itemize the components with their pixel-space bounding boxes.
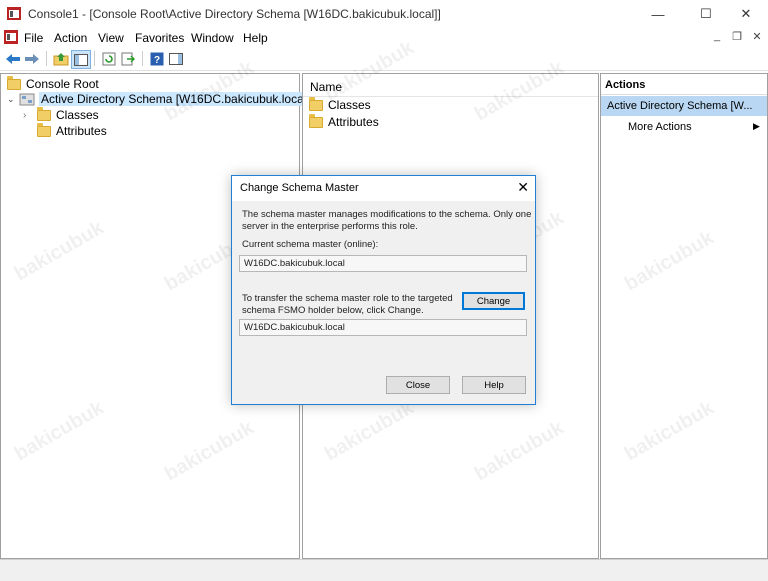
folder-icon — [37, 122, 51, 137]
menu-file[interactable]: File — [24, 31, 43, 45]
collapse-chevron-icon[interactable]: ⌄ — [7, 94, 19, 105]
mdi-restore-button[interactable]: ❐ — [730, 30, 744, 43]
folder-icon — [7, 75, 21, 90]
title-bar: Console1 - [Console Root\Active Director… — [0, 0, 768, 28]
help-icon[interactable]: ? — [148, 50, 166, 67]
up-folder-icon[interactable] — [52, 50, 70, 67]
target-master-field[interactable]: W16DC.bakicubuk.local — [239, 319, 527, 336]
close-window-button[interactable]: ✕ — [724, 0, 768, 28]
tree-item-label: Active Directory Schema [W16DC.bakicubuk… — [39, 92, 312, 106]
show-hide-tree-icon[interactable] — [71, 50, 91, 69]
menu-favorites[interactable]: Favorites — [135, 31, 184, 45]
more-actions-item[interactable]: More Actions ▶ — [601, 119, 767, 137]
folder-icon — [37, 106, 51, 121]
mmc-app-icon — [7, 7, 21, 20]
actions-header: Actions — [601, 74, 767, 95]
window-title: Console1 - [Console Root\Active Director… — [28, 7, 441, 21]
minimize-button[interactable]: — — [636, 0, 680, 28]
tree-item-label: Attributes — [56, 124, 107, 138]
console-menu-icon[interactable] — [4, 30, 18, 44]
actions-selected-label: Active Directory Schema [W... — [607, 100, 753, 112]
tree-item-label: Console Root — [26, 77, 99, 91]
svg-text:?: ? — [154, 55, 160, 66]
mdi-window-controls: _ ❐ ✕ — [710, 30, 764, 43]
menu-window[interactable]: Window — [191, 31, 234, 45]
more-actions-label: More Actions — [628, 121, 692, 133]
actions-pane: Actions Active Directory Schema [W... Mo… — [600, 73, 768, 559]
tree-item-label: Classes — [56, 108, 99, 122]
tree-item-schema[interactable]: ⌄ Active Directory Schema [W16DC.bakicub… — [7, 92, 312, 106]
mdi-close-button[interactable]: ✕ — [750, 30, 764, 43]
tree-item-classes[interactable]: › Classes — [23, 106, 99, 122]
tree-item-attributes[interactable]: Attributes — [37, 122, 107, 138]
current-master-field[interactable]: W16DC.bakicubuk.local — [239, 255, 527, 272]
menu-help[interactable]: Help — [243, 31, 268, 45]
forward-arrow-icon[interactable] — [23, 50, 41, 67]
actions-selected-item[interactable]: Active Directory Schema [W... — [601, 96, 767, 116]
folder-icon — [309, 96, 323, 111]
list-item[interactable]: Classes — [309, 96, 371, 112]
actions-title: Actions — [605, 79, 646, 91]
toolbar-separator — [94, 51, 95, 66]
toolbar: ? — [0, 48, 768, 71]
folder-icon — [309, 113, 323, 128]
transfer-line: schema FSMO holder below, click Change. — [242, 305, 424, 316]
dialog-title-bar: Change Schema Master ✕ — [232, 176, 535, 201]
toolbar-separator — [142, 51, 143, 66]
close-button[interactable]: Close — [386, 376, 450, 394]
column-header-name[interactable]: Name — [310, 80, 342, 94]
export-list-icon[interactable] — [119, 50, 137, 67]
change-schema-master-dialog: Change Schema Master ✕ The schema master… — [231, 175, 536, 405]
submenu-arrow-icon: ▶ — [753, 121, 760, 131]
description-line: The schema master manages modifications … — [242, 209, 532, 220]
status-bar — [0, 559, 768, 581]
show-hide-action-pane-icon[interactable] — [167, 50, 185, 67]
dialog-close-icon[interactable]: ✕ — [517, 179, 529, 196]
list-item[interactable]: Attributes — [309, 113, 379, 129]
maximize-button[interactable]: ☐ — [684, 0, 728, 28]
description-line: server in the enterprise performs this r… — [242, 221, 418, 232]
toolbar-separator — [46, 51, 47, 66]
expand-chevron-icon[interactable]: › — [23, 110, 37, 121]
back-arrow-icon[interactable] — [4, 50, 22, 67]
change-button[interactable]: Change — [462, 292, 525, 310]
menu-bar: File Action View Favorites Window Help — [0, 28, 768, 48]
current-master-label: Current schema master (online): — [242, 239, 379, 250]
mdi-minimize-button[interactable]: _ — [710, 30, 724, 43]
transfer-line: To transfer the schema master role to th… — [242, 293, 453, 304]
tree-item-console-root[interactable]: Console Root — [7, 75, 99, 91]
help-button[interactable]: Help — [462, 376, 526, 394]
list-item-label: Classes — [328, 98, 371, 112]
menu-action[interactable]: Action — [54, 31, 87, 45]
list-item-label: Attributes — [328, 115, 379, 129]
menu-view[interactable]: View — [98, 31, 124, 45]
dialog-title: Change Schema Master — [240, 182, 359, 194]
dialog-description: The schema master manages modifications … — [242, 209, 531, 233]
schema-snapin-icon — [19, 93, 35, 106]
refresh-icon[interactable] — [100, 50, 118, 67]
transfer-instructions: To transfer the schema master role to th… — [242, 293, 453, 317]
list-header: Name — [303, 74, 598, 97]
